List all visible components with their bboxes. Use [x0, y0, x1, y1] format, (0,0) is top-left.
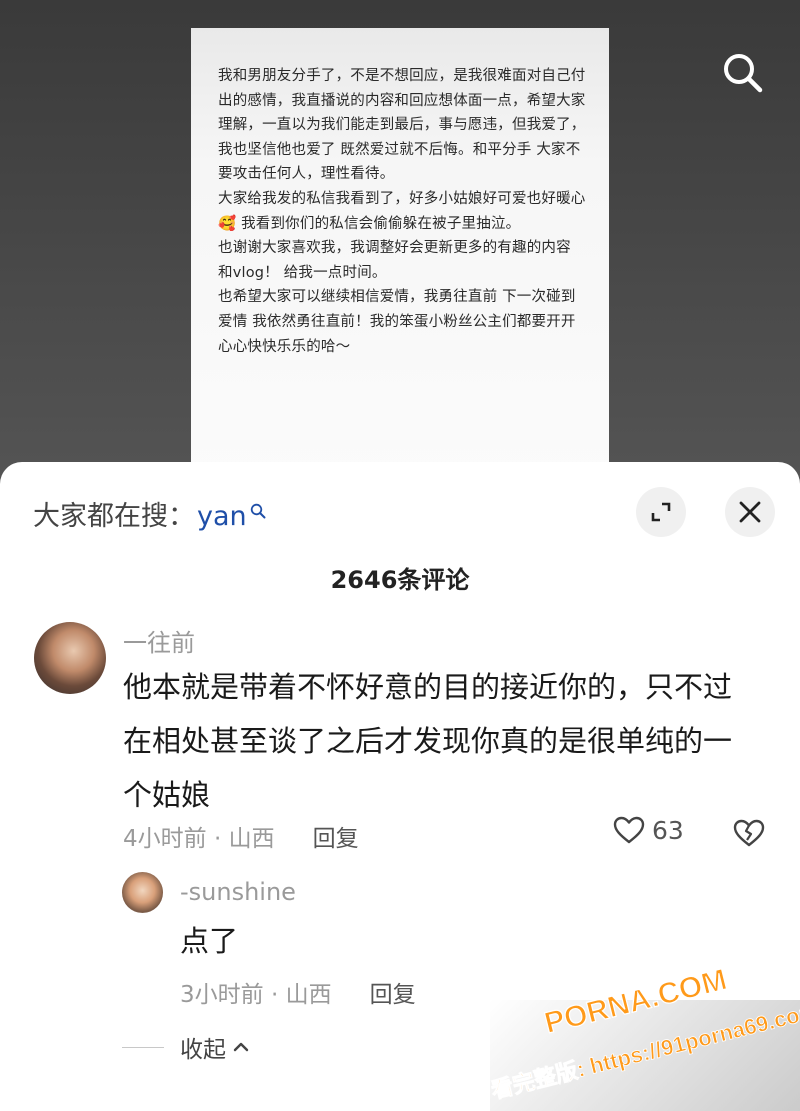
comment-text-line: 在相处甚至谈了之后才发现你真的是很单纯的一: [123, 724, 733, 758]
search-button[interactable]: [720, 50, 764, 94]
search-icon: [724, 54, 763, 93]
post-paragraph: 也谢谢大家喜欢我，我调整好会更新更多的有趣的内容 和vlog！ 给我一点时间。: [218, 240, 571, 281]
small-search-icon: [250, 495, 266, 526]
post-paragraph: 我和男朋友分手了，不是不想回应，是我很难面对自己付出的感情，我直播说的内容和回应…: [218, 68, 586, 183]
comment-time-location: 4小时前 · 山西: [123, 826, 275, 852]
divider-line: [122, 1046, 164, 1048]
reply-button[interactable]: 回复: [313, 819, 359, 853]
hot-search-label: 大家都在搜：: [33, 501, 195, 532]
comment-text-line: 他本就是带着不怀好意的目的接近你的，只不过: [123, 670, 733, 704]
reply-meta: 3小时前 · 山西 回复: [180, 975, 416, 1009]
like-button[interactable]: 63: [612, 815, 684, 845]
reply-button[interactable]: 回复: [370, 975, 416, 1009]
hot-search-keyword[interactable]: yan: [197, 501, 247, 532]
expand-icon: [651, 502, 671, 522]
reply-avatar[interactable]: [122, 872, 163, 913]
avatar[interactable]: [34, 622, 106, 694]
like-count: 63: [652, 815, 684, 845]
reply-text: 点了: [180, 924, 239, 958]
comment-meta: 4小时前 · 山西 回复: [123, 819, 359, 853]
watermark-corner-overlay: [490, 1000, 800, 1111]
collapse-replies-button[interactable]: 收起: [122, 1030, 250, 1064]
chevron-up-icon: [233, 1042, 249, 1052]
dislike-button[interactable]: [732, 818, 766, 852]
collapse-label: 收起: [180, 1037, 226, 1063]
comment-text-line: 个姑娘: [123, 778, 211, 812]
post-note-image: 我和男朋友分手了，不是不想回应，是我很难面对自己付出的感情，我直播说的内容和回应…: [191, 28, 609, 480]
expand-button[interactable]: [636, 487, 686, 537]
reply-time-location: 3小时前 · 山西: [180, 982, 332, 1008]
close-icon: [739, 501, 761, 523]
reply-username[interactable]: -sunshine: [180, 878, 296, 906]
hot-search-bar[interactable]: 大家都在搜： yan: [33, 494, 266, 533]
comment-count-title: 2646条评论: [330, 566, 470, 594]
broken-heart-icon: [733, 819, 765, 847]
heart-icon: [613, 816, 645, 844]
post-paragraph: 大家给我发的私信我看到了，好多小姑娘好可爱也好暖心 🥰 我看到你们的私信会偷偷躲…: [218, 190, 586, 232]
comment-username[interactable]: 一往前: [123, 623, 195, 658]
post-paragraph: 也希望大家可以继续相信爱情，我勇往直前 下一次碰到爱情 我依然勇往直前！我的笨蛋…: [218, 289, 576, 355]
comment-text: 他本就是带着不怀好意的目的接近你的，只不过 在相处甚至谈了之后才发现你真的是很单…: [123, 660, 732, 822]
close-button[interactable]: [725, 487, 775, 537]
